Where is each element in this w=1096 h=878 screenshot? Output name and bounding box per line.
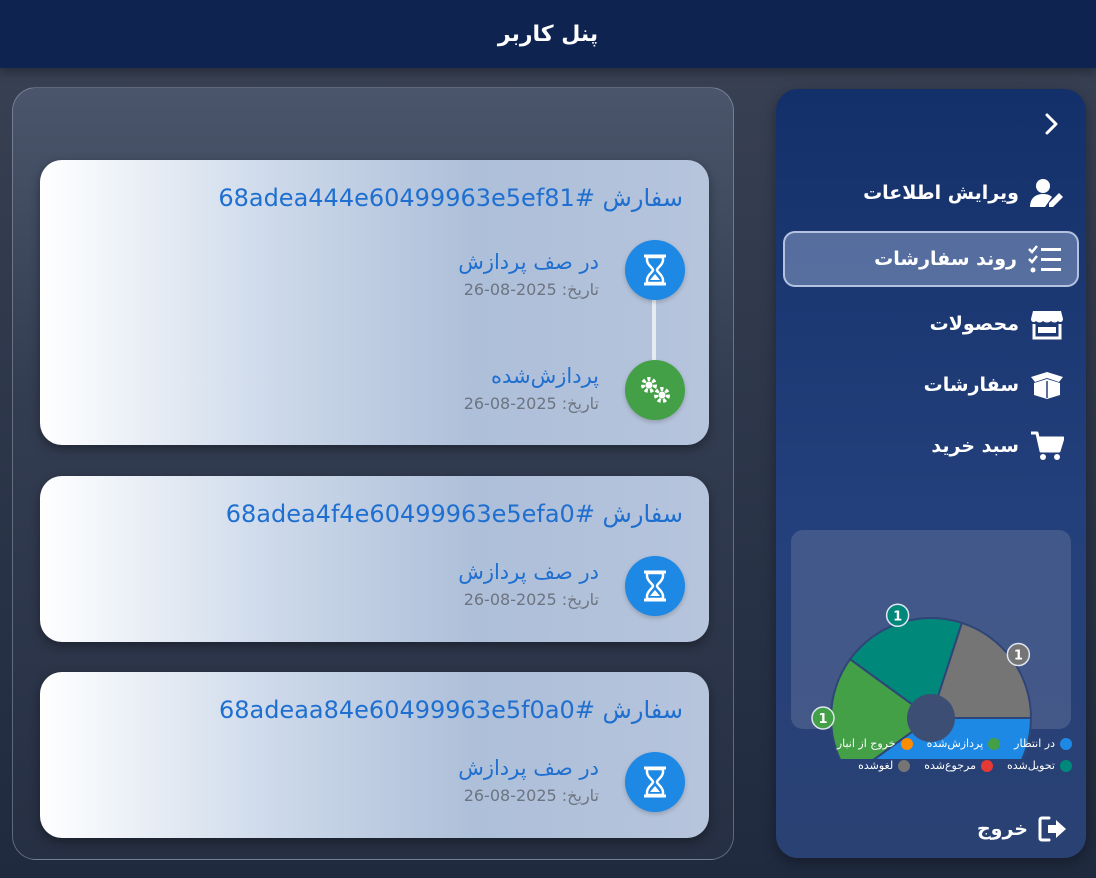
legend-row: تحویل‌شده مرجوع‌شده لغوشده [776,759,1086,772]
step-date: تاریخ: 2025-08-26 [463,590,599,609]
legend-dot [981,759,993,772]
sidebar-item-label: سفارشات [923,374,1019,396]
pie-center-hole [907,694,955,742]
legend-label: تحویل‌شده [1007,759,1055,772]
store-icon [1029,306,1065,342]
sidebar-item-orders[interactable]: سفارشات [783,357,1079,413]
order-card: سفارش #68adeaa84e60499963e5f0a0 در صف پر… [40,672,709,838]
legend-item[interactable]: خروج از انبار [837,737,913,750]
step-status: در صف پردازش [458,756,599,780]
sign-out-icon [1038,815,1068,843]
timeline-step: پردازش‌شده تاریخ: 2025-08-26 [285,360,685,422]
legend-row: در انتظار پردازش‌شده خروج از انبار [776,737,1086,750]
gears-icon [625,360,685,420]
legend-label: پردازش‌شده [926,737,984,750]
user-edit-icon [1029,175,1065,211]
logout-button[interactable]: خروج [936,811,1076,847]
order-title: سفارش #68adea444e60499963e5ef81 [218,184,683,212]
timeline-step: در صف پردازش تاریخ: 2025-08-26 [285,752,685,814]
sidebar-item-label: سبد خرید [931,435,1019,457]
sidebar-item-edit-profile[interactable]: ویرایش اطلاعات [783,165,1079,221]
box-open-icon [1029,367,1065,403]
order-title: سفارش #68adea4f4e60499963e5efa0 [225,500,683,528]
sidebar-item-label: روند سفارشات [874,248,1017,270]
order-status-pie-chart: 2111 [811,603,1033,759]
top-bar: پنل کاربر [0,0,1096,68]
legend-label: خروج از انبار [836,737,896,750]
hourglass-icon [625,240,685,300]
sidebar-item-label: ویرایش اطلاعات [863,182,1019,204]
order-progress-panel: سفارش #68adea444e60499963e5ef81 در صف پر… [12,87,734,860]
timeline-step: در صف پردازش تاریخ: 2025-08-26 [285,556,685,618]
legend-dot [1060,737,1072,750]
step-date: تاریخ: 2025-08-26 [463,394,599,413]
legend-dot [988,737,1001,750]
legend-dot [898,759,911,772]
legend-dot [900,737,913,750]
step-status: پردازش‌شده [490,364,599,388]
pie-value-label: 1 [818,712,827,727]
sidebar-item-order-progress[interactable]: روند سفارشات [783,231,1079,287]
legend-item[interactable]: در انتظار [1014,737,1072,750]
legend-label: لغوشده [858,759,894,772]
chart-legend: در انتظار پردازش‌شده خروج از انبار تحویل‌شد… [776,737,1086,781]
legend-item[interactable]: پردازش‌شده [927,737,1001,750]
page-title: پنل کاربر [497,21,599,47]
step-status: در صف پردازش [458,250,599,274]
sidebar: ویرایش اطلاعات روند سفارشات محصولات سفار… [776,89,1086,858]
sidebar-item-label: محصولات [929,313,1019,335]
hourglass-icon [625,752,685,812]
chevron-right-icon[interactable] [1038,111,1064,139]
timeline-step: در صف پردازش تاریخ: 2025-08-26 [285,240,685,302]
cart-icon [1029,428,1065,464]
logout-label: خروج [976,818,1028,840]
hourglass-icon [625,556,685,616]
order-card: سفارش #68adea444e60499963e5ef81 در صف پر… [40,160,709,445]
legend-item[interactable]: تحویل‌شده [1007,759,1072,772]
sidebar-item-products[interactable]: محصولات [783,296,1079,352]
legend-label: مرجوع‌شده [924,759,976,772]
sidebar-item-cart[interactable]: سبد خرید [783,418,1079,474]
pie-value-label: 1 [1014,649,1023,664]
order-title: سفارش #68adeaa84e60499963e5f0a0 [218,696,683,724]
step-date: تاریخ: 2025-08-26 [463,280,599,299]
pie-value-label: 1 [893,609,902,624]
task-list-icon [1027,241,1063,277]
legend-label: در انتظار [1014,737,1055,750]
step-date: تاریخ: 2025-08-26 [463,786,599,805]
legend-item[interactable]: مرجوع‌شده [924,759,993,772]
step-status: در صف پردازش [458,560,599,584]
legend-item[interactable]: لغوشده [858,759,911,772]
legend-dot [1060,759,1072,772]
order-card: سفارش #68adea4f4e60499963e5efa0 در صف پر… [40,476,709,642]
